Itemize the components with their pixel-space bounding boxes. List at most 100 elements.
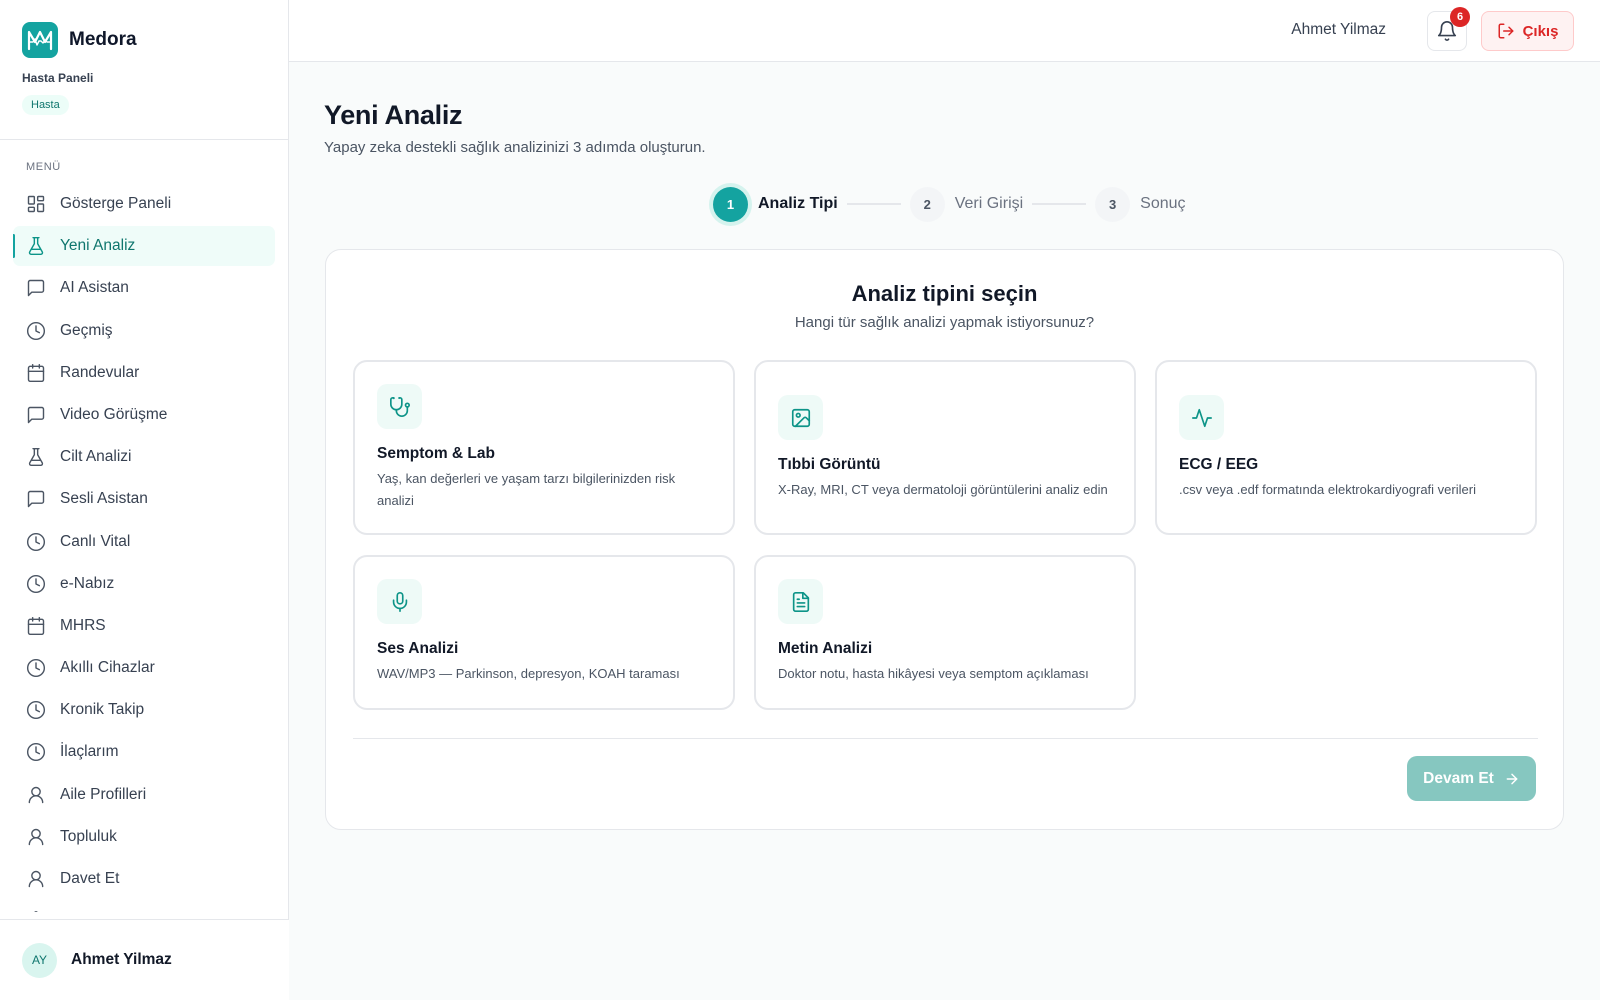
step-result[interactable]: 3 Sonuç [1095, 186, 1186, 222]
step-label: Analiz Tipi [758, 195, 838, 212]
sidebar-item-canli-vital[interactable]: Canlı Vital [13, 522, 275, 562]
sidebar-item-cilt-analizi[interactable]: Cilt Analizi [13, 437, 275, 477]
sidebar-menu: Gösterge Paneli Yeni Analiz AI Asistan Geçm… [13, 184, 275, 912]
sidebar-divider [0, 139, 289, 140]
sidebar-item-label: Akıllı Cihazlar [60, 659, 155, 677]
calendar-icon [26, 616, 46, 636]
step-number: 3 [1095, 186, 1131, 222]
option-title: Semptom & Lab [377, 445, 495, 462]
option-text-analysis[interactable]: Metin Analizi Doktor notu, hasta hikâyes… [754, 555, 1136, 710]
option-medical-image[interactable]: Tıbbi Görüntü X-Ray, MRI, CT veya dermat… [754, 360, 1136, 535]
sidebar-user-name: Ahmet Yilmaz [71, 951, 172, 968]
user-icon [26, 869, 46, 889]
option-symptom-lab[interactable]: Semptom & Lab Yaş, kan değerleri ve yaşa… [353, 360, 735, 535]
dashboard-grid-icon [26, 194, 46, 214]
chat-icon [26, 278, 46, 298]
sidebar-item-label: Davet Et [60, 870, 120, 887]
sidebar-item-mhrs[interactable]: MHRS [13, 606, 275, 646]
step-connector [846, 203, 901, 205]
option-title: Tıbbi Görüntü [778, 456, 881, 473]
sidebar-user[interactable]: AY Ahmet Yilmaz [0, 919, 289, 1000]
sidebar-item-label: Geçmiş [60, 321, 113, 339]
clock-icon [26, 321, 46, 341]
option-title: ECG / EEG [1179, 456, 1259, 473]
step-label: Veri Girişi [954, 195, 1024, 212]
clock-icon [26, 532, 46, 552]
sidebar-item-gecmis[interactable]: Geçmiş [13, 311, 275, 351]
sidebar-item-kronik-takip[interactable]: Kronik Takip [13, 690, 275, 730]
sidebar-item-label: Video Görüşme [60, 405, 168, 423]
sidebar-item-label: Cilt Analizi [60, 448, 132, 466]
avatar: AY [22, 942, 57, 978]
step-data-entry[interactable]: 2 Veri Girişi [909, 186, 1024, 222]
page-title: Yeni Analiz [324, 100, 463, 130]
card-title: Analiz tipini seçin [851, 281, 1038, 306]
step-label: Sonuç [1140, 195, 1186, 212]
step-analysis-type[interactable]: 1 Analiz Tipi [713, 186, 838, 222]
option-description: Yaş, kan değerleri ve yaşam tarzı bilgil… [377, 471, 676, 508]
microphone-icon [377, 579, 422, 624]
stethoscope-icon [377, 384, 422, 429]
header-user-name: Ahmet Yilmaz [1291, 21, 1386, 38]
user-icon [26, 785, 46, 805]
continue-button[interactable]: Devam Et [1407, 756, 1536, 801]
sidebar-item-yeni-analiz[interactable]: Yeni Analiz [13, 226, 275, 267]
document-icon [778, 579, 823, 624]
chat-icon [26, 489, 46, 509]
brand[interactable]: Medora [0, 0, 288, 58]
sidebar-item-label: Sesli Asistan [60, 490, 148, 508]
medora-logo-icon [22, 22, 58, 58]
logout-button[interactable]: Çıkış [1481, 11, 1574, 51]
sidebar-item-e-nabiz[interactable]: e-Nabız [13, 564, 275, 604]
clock-icon [26, 658, 46, 678]
page-subtitle: Yapay zeka destekli sağlık analizinizi 3… [324, 139, 706, 156]
option-description: .csv veya .edf formatında elektrokardiyo… [1179, 482, 1476, 497]
analysis-type-card: Analiz tipini seçin Hangi tür sağlık ana… [325, 249, 1564, 830]
sidebar-item-label: Gösterge Paneli [60, 195, 172, 212]
sidebar-item-aile-profilleri[interactable]: Aile Profilleri [13, 775, 275, 815]
sidebar-item-label: İlaçlarım [60, 743, 119, 761]
sidebar-item-gosterge-paneli[interactable]: Gösterge Paneli [13, 184, 275, 224]
logout-icon [1498, 23, 1514, 39]
step-connector [1032, 203, 1087, 205]
option-description: Doktor notu, hasta hikâyesi veya semptom… [778, 666, 1089, 681]
sidebar-item-topluluk[interactable]: Topluluk [13, 817, 275, 857]
calendar-icon [26, 363, 46, 383]
sidebar-item-label: AI Asistan [60, 279, 129, 297]
main-content: Yeni Analiz Yapay zeka destekli sağlık a… [289, 62, 1600, 1000]
sidebar-item-randevular[interactable]: Randevular [13, 353, 275, 393]
sidebar-item-ai-asistan[interactable]: AI Asistan [13, 268, 275, 308]
option-title: Ses Analizi [377, 640, 459, 657]
card-subtitle: Hangi tür sağlık analizi yapmak istiyors… [794, 314, 1095, 331]
option-voice-analysis[interactable]: Ses Analizi WAV/MP3 — Parkinson, depresy… [353, 555, 735, 710]
sidebar-item-label: Kronik Takip [60, 701, 145, 719]
flask-icon [26, 236, 46, 256]
sidebar-item-sesli-asistan[interactable]: Sesli Asistan [13, 479, 275, 519]
clock-icon [26, 574, 46, 594]
sidebar-item-label: Randevular [60, 363, 140, 381]
notification-count-badge: 6 [1450, 7, 1470, 27]
sidebar-item-label: e-Nabız [60, 574, 115, 592]
sidebar-item-akilli-cihazlar[interactable]: Akıllı Cihazlar [13, 648, 275, 688]
sidebar-item-video-gorusme[interactable]: Video Görüşme [13, 395, 275, 435]
option-ecg-eeg[interactable]: ECG / EEG .csv veya .edf formatında elek… [1155, 360, 1537, 535]
sidebar-item-label: Aile Profilleri [60, 785, 147, 803]
panel-label: Hasta Paneli [22, 71, 94, 85]
activity-icon [1179, 395, 1224, 440]
clock-icon [26, 742, 46, 762]
sidebar-item-davet-et[interactable]: Davet Et [13, 859, 275, 899]
menu-title: MENÜ [26, 161, 61, 173]
card-divider [353, 738, 1538, 739]
chat-icon [26, 405, 46, 425]
sidebar-item-label: Canlı Vital [60, 532, 131, 550]
sidebar-item-ilaclarim[interactable]: İlaçlarım [13, 732, 275, 772]
brand-name: Medora [69, 29, 137, 50]
step-number: 1 [713, 186, 748, 222]
step-number: 2 [909, 186, 945, 222]
sidebar-item-label: MHRS [60, 616, 106, 634]
gear-icon [26, 911, 46, 912]
top-header: Ahmet Yilmaz 6 Çıkış [289, 0, 1600, 62]
sidebar-item-ayarlar[interactable]: Ayarlar [13, 901, 275, 912]
stepper: 1 Analiz Tipi 2 Veri Girişi 3 Sonuç [713, 184, 1186, 224]
flask-icon [26, 447, 46, 467]
